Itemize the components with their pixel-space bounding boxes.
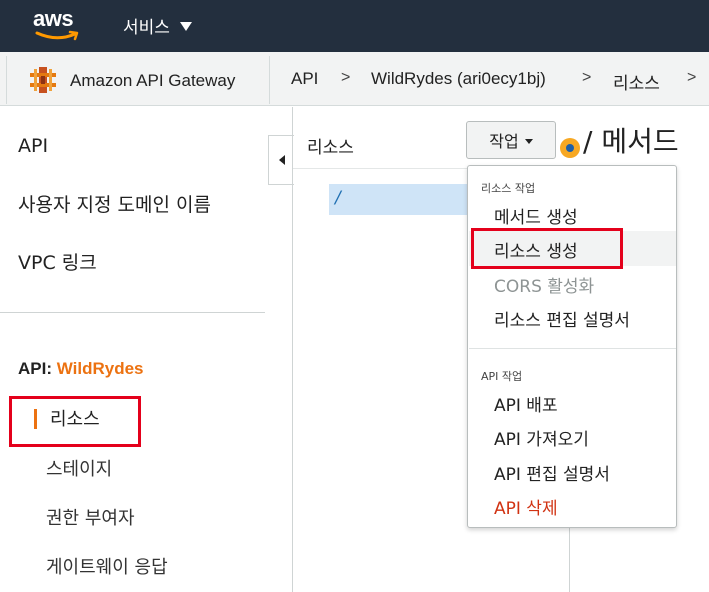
menu-item-edit-api-docs[interactable]: API 편집 설명서 [494,460,610,485]
resources-panel-title: 리소스 [307,138,354,158]
menu-item-delete-api[interactable]: API 삭제 [494,494,558,519]
service-name: Amazon API Gateway [70,71,236,90]
sidebar-item-custom-domains[interactable]: 사용자 지정 도메인 이름 [18,190,211,217]
highlight-box-create-resource [471,228,623,269]
caret-down-icon [179,22,192,31]
api-gateway-icon [30,67,56,93]
resource-path: / [335,188,341,208]
menu-divider [469,348,676,349]
sidebar-item-stages[interactable]: 스테이지 [46,455,112,481]
method-status-dot-icon [560,138,580,158]
aws-logo[interactable]: aws [33,6,81,42]
collapse-sidebar-button[interactable] [268,135,294,185]
api-name[interactable]: WildRydes [57,359,144,378]
resources-panel-border [292,107,293,592]
menu-item-create-method[interactable]: 메서드 생성 [494,203,578,228]
caret-down-icon [524,138,533,144]
aws-logo-text: aws [33,6,74,31]
top-nav-bar: aws 서비스 [0,0,709,52]
actions-label: 작업 [489,132,519,151]
sidebar-item-vpc-links[interactable]: VPC 링크 [18,248,97,275]
resource-actions-heading: 리소스 작업 [481,182,536,195]
current-api-heading: API: WildRydes [18,359,144,379]
api-actions-heading: API 작업 [481,370,523,383]
breadcrumb-separator: > [582,69,592,86]
api-prefix: API: [18,359,52,378]
left-sidebar: API 사용자 지정 도메인 이름 VPC 링크 API: WildRydes … [0,107,266,592]
aws-smile-icon [35,30,79,41]
menu-item-deploy-api[interactable]: API 배포 [494,391,558,416]
method-status-dot-center [566,144,574,152]
sidebar-item-gateway-responses[interactable]: 게이트웨이 응답 [46,553,168,579]
breadcrumb-separator: > [687,69,697,86]
sidebar-divider [0,312,265,313]
actions-dropdown-menu: 리소스 작업 메서드 생성 리소스 생성 CORS 활성화 리소스 편집 설명서… [467,165,677,528]
menu-item-import-api[interactable]: API 가져오기 [494,425,589,450]
actions-dropdown-button[interactable]: 작업 [466,121,556,159]
services-label: 서비스 [123,18,170,38]
breadcrumb-separator: > [341,69,351,86]
breadcrumb-api-name[interactable]: WildRydes (ari0ecy1bj) [371,69,546,89]
services-menu[interactable]: 서비스 [123,13,192,38]
breadcrumb-resources[interactable]: 리소스 [613,69,660,94]
service-home-link[interactable]: Amazon API Gateway [6,56,270,104]
breadcrumb-bar: Amazon API Gateway API > WildRydes (ari0… [0,52,709,106]
breadcrumb-api[interactable]: API [291,69,318,89]
highlight-box-resources [9,396,141,447]
sidebar-item-authorizers[interactable]: 권한 부여자 [46,504,135,530]
chevron-left-icon [278,155,285,165]
menu-item-edit-resource-docs[interactable]: 리소스 편집 설명서 [494,306,630,331]
menu-item-enable-cors: CORS 활성화 [494,277,595,297]
sidebar-item-apis[interactable]: API [18,135,48,157]
methods-panel-title: / 메서드 [583,125,679,158]
